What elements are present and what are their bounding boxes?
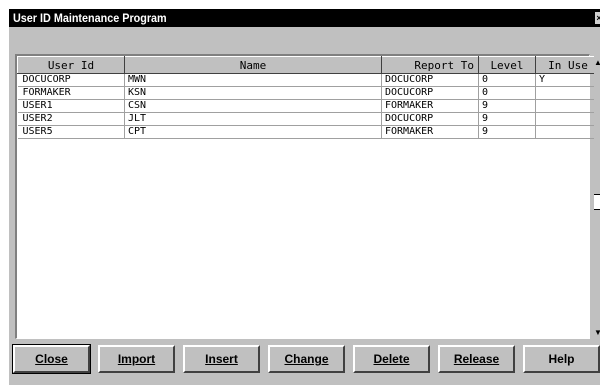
cell-name[interactable]: MWN [124,73,382,87]
cell-level[interactable]: 0 [478,86,536,100]
user-table: User Id Name Report To Level In Use DOCU… [17,56,600,139]
cell-level[interactable]: 9 [478,112,536,126]
column-header-level[interactable]: Level [478,56,536,74]
cell-report-to[interactable]: FORMAKER [381,99,479,113]
cell-name[interactable]: CSN [124,99,382,113]
scroll-down-arrow-icon[interactable]: ▼ [594,328,600,338]
cell-report-to[interactable]: DOCUCORP [381,86,479,100]
cell-level[interactable]: 0 [478,73,536,87]
title-bar[interactable]: User ID Maintenance Program × [9,9,600,27]
column-header-user-id[interactable]: User Id [17,56,125,74]
release-button-label: Release [453,352,500,366]
window-title: User ID Maintenance Program [13,11,167,25]
cell-name[interactable]: KSN [124,86,382,100]
table-row[interactable]: USER2 JLT DOCUCORP 9 [17,112,600,126]
column-header-name[interactable]: Name [124,56,382,74]
cell-in-use[interactable] [535,125,600,139]
cell-report-to[interactable]: DOCUCORP [381,112,479,126]
cell-name[interactable]: CPT [124,125,382,139]
table-row[interactable]: DOCUCORP MWN DOCUCORP 0 Y [17,73,600,87]
delete-button[interactable]: Delete [353,345,430,373]
cell-in-use[interactable] [535,99,600,113]
cell-report-to[interactable]: FORMAKER [381,125,479,139]
column-header-in-use[interactable]: In Use [535,56,600,74]
cell-user-id[interactable]: USER1 [17,99,125,113]
user-id-maintenance-window: User ID Maintenance Program × User Id Na… [8,8,600,385]
cell-name[interactable]: JLT [124,112,382,126]
close-icon[interactable]: × [595,12,600,24]
cell-user-id[interactable]: USER5 [17,125,125,139]
table-row[interactable]: FORMAKER KSN DOCUCORP 0 [17,86,600,100]
delete-button-label: Delete [373,352,410,366]
cell-report-to[interactable]: DOCUCORP [381,73,479,87]
insert-button[interactable]: Insert [183,345,260,373]
table-row[interactable]: USER5 CPT FORMAKER 9 [17,125,600,139]
vertical-scrollbar[interactable]: ▲ ▼ [594,54,600,346]
cell-in-use[interactable] [535,112,600,126]
scroll-thumb[interactable] [594,194,600,210]
cell-level[interactable]: 9 [478,99,536,113]
cell-user-id[interactable]: USER2 [17,112,125,126]
cell-user-id[interactable]: DOCUCORP [17,73,125,87]
scroll-up-arrow-icon[interactable]: ▲ [594,58,600,68]
change-button[interactable]: Change [268,345,345,373]
insert-button-label: Insert [205,352,238,366]
import-button[interactable]: Import [98,345,175,373]
cell-in-use[interactable] [535,86,600,100]
import-button-label: Import [117,352,156,366]
cell-level[interactable]: 9 [478,125,536,139]
close-button[interactable]: Close [12,344,91,374]
cell-in-use[interactable]: Y [535,73,600,87]
table-header-row: User Id Name Report To Level In Use [17,56,600,74]
table-row[interactable]: USER1 CSN FORMAKER 9 [17,99,600,113]
user-grid: User Id Name Report To Level In Use DOCU… [15,54,600,339]
change-button-label: Change [284,352,329,366]
release-button[interactable]: Release [438,345,515,373]
help-button[interactable]: Help [523,345,600,373]
close-button-label: Close [35,352,68,366]
column-header-report-to[interactable]: Report To [381,56,479,74]
help-button-label: Help [548,352,575,366]
cell-user-id[interactable]: FORMAKER [17,86,125,100]
